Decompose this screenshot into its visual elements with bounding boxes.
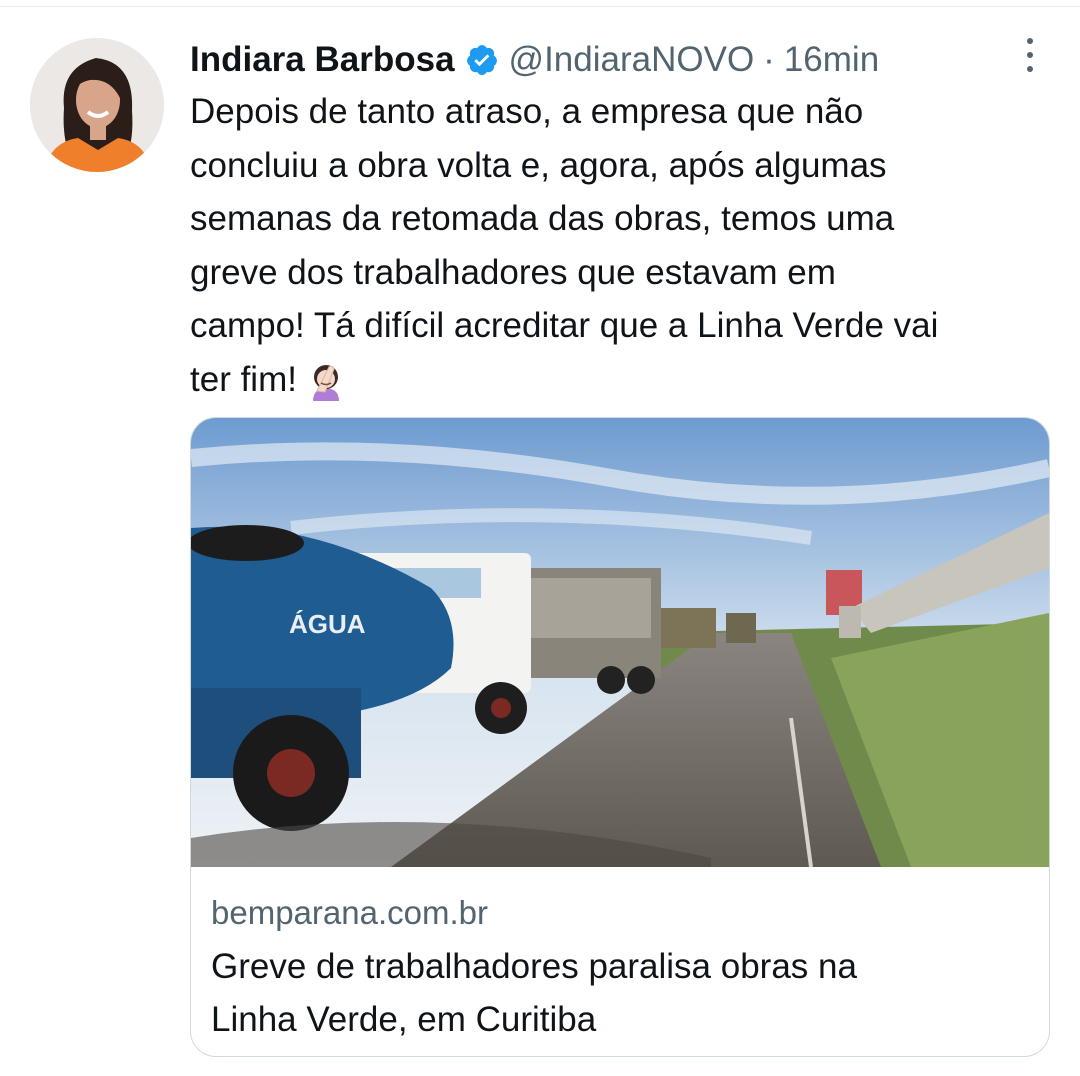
top-divider bbox=[0, 6, 1080, 7]
card-domain: bemparana.com.br bbox=[211, 894, 488, 931]
tweet-text-line: semanas da retomada das obras, temos uma bbox=[190, 199, 895, 238]
tweet-text-line: campo! Tá difícil acreditar que a Linha … bbox=[190, 306, 939, 345]
tweet-text-line: greve dos trabalhadores que estavam em bbox=[190, 252, 836, 292]
avatar-photo bbox=[30, 38, 164, 172]
verified-badge-icon bbox=[466, 45, 497, 76]
author-handle[interactable]: @IndiaraNOVO bbox=[509, 40, 755, 80]
card-title: Greve de trabalhadores paralisa obras na… bbox=[211, 940, 1031, 1046]
tweet-text-line: concluiu a obra volta e, agora, após alg… bbox=[190, 145, 887, 185]
tanker-label: ÁGUA bbox=[289, 609, 366, 639]
tweet-time[interactable]: 16min bbox=[784, 40, 879, 80]
tweet-text-last-line: ter fim! bbox=[190, 353, 1060, 407]
separator-dot: · bbox=[763, 40, 775, 79]
tweet-text-line: ter fim! bbox=[190, 359, 297, 399]
tweet-header: Indiara Barbosa @IndiaraNOVO · 16min bbox=[190, 36, 1040, 84]
more-options-icon[interactable] bbox=[1018, 38, 1042, 72]
author-name[interactable]: Indiara Barbosa bbox=[190, 40, 455, 80]
card-title-line: Linha Verde, em Curitiba bbox=[211, 1000, 597, 1039]
card-title-line: Greve de trabalhadores paralisa obras na bbox=[211, 947, 857, 986]
facepalm-emoji-icon bbox=[312, 365, 339, 402]
card-image[interactable]: ÁGUA bbox=[191, 418, 1049, 867]
avatar[interactable] bbox=[30, 38, 164, 172]
link-preview-card[interactable]: ÁGUA bemparana.com.br Greve de trabalhad… bbox=[190, 417, 1050, 1057]
tweet-text: Depois de tanto atraso, a empresa que nã… bbox=[190, 85, 1060, 406]
tweet-text-line: Depois de tanto atraso, a empresa que nã… bbox=[190, 92, 864, 131]
